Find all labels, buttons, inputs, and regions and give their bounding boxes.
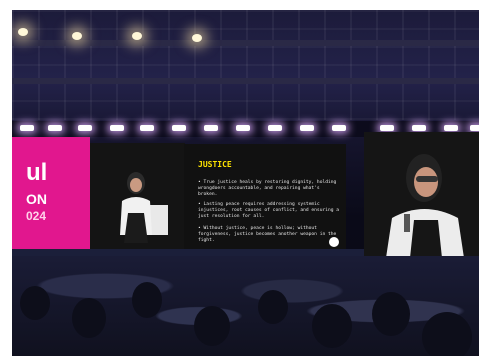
audience-head [258, 290, 288, 324]
led-light [300, 125, 314, 131]
ceiling-truss [12, 10, 479, 120]
audience-head [422, 312, 472, 356]
led-light [470, 125, 479, 131]
led-light [204, 125, 218, 131]
led-light [380, 125, 394, 131]
slide-bullet: • Without justice, peace is hollow; with… [198, 226, 337, 243]
conference-photo: ul ON 024 JUSTICE • True justice heals b… [12, 10, 479, 356]
truss-beam [12, 40, 479, 46]
audience-head [20, 286, 50, 320]
speaker-figure [120, 172, 168, 243]
led-light [172, 125, 186, 131]
banner-text: 024 [26, 209, 47, 223]
audience-head [372, 292, 410, 336]
event-banner: ul ON 024 [12, 137, 90, 253]
led-light [268, 125, 282, 131]
audience-crowd [12, 256, 479, 356]
speaker-closeup-figure [364, 132, 479, 258]
audience-head [72, 298, 106, 338]
slide-bullet: • True justice heals by restoring dignit… [198, 180, 337, 197]
ceiling-spotlight [132, 32, 142, 40]
slide-title: JUSTICE [198, 160, 232, 169]
slide-bullet: • Lasting peace requires addressing syst… [198, 202, 340, 219]
ceiling-spotlight [72, 32, 82, 40]
led-light [332, 125, 346, 131]
led-light [236, 125, 250, 131]
banner-text: ON [26, 191, 47, 207]
led-light [78, 125, 92, 131]
ceiling-spotlight [192, 34, 202, 42]
speaker-video-screen [90, 143, 185, 253]
audience-head [132, 282, 162, 318]
slide-logo [329, 237, 339, 247]
audience-head [194, 306, 230, 346]
truss-beam [12, 78, 479, 84]
led-light [140, 125, 154, 131]
led-light [20, 125, 34, 131]
banner-text: ul [26, 159, 48, 186]
ceiling-spotlight [18, 28, 28, 36]
presentation-slide: JUSTICE • True justice heals by restorin… [184, 144, 346, 252]
led-light [48, 125, 62, 131]
speaker-closeup-screen [364, 132, 479, 258]
led-light [444, 125, 458, 131]
led-light [110, 125, 124, 131]
audience-head [312, 304, 352, 348]
led-light [412, 125, 426, 131]
